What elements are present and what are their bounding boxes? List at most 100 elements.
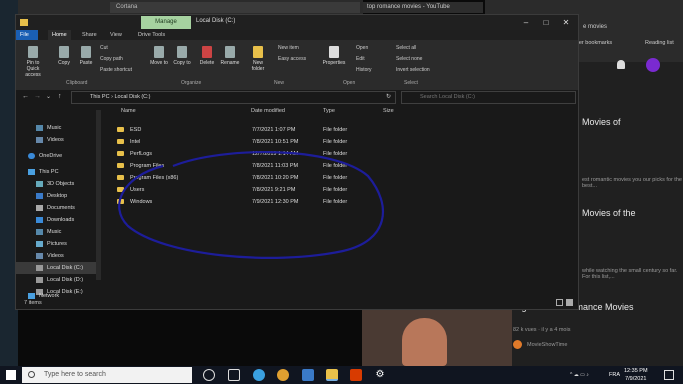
- gear-icon[interactable]: ⚙: [374, 369, 386, 381]
- edit-button[interactable]: Edit: [356, 56, 365, 62]
- nav-this-pc[interactable]: This PC: [16, 166, 101, 178]
- window-title: Local Disk (C:): [196, 18, 236, 24]
- copy-path-button[interactable]: Copy path: [100, 56, 123, 62]
- easy-access-button[interactable]: Easy access: [278, 56, 306, 62]
- result-desc: est romantic movies you our picks for th…: [582, 177, 682, 189]
- nav-downloads[interactable]: Downloads: [16, 214, 101, 226]
- refresh-icon[interactable]: ↻: [386, 93, 391, 100]
- tab-view[interactable]: View: [106, 30, 126, 40]
- maximize-button[interactable]: □: [536, 15, 556, 30]
- manage-tab[interactable]: Manage: [141, 16, 191, 29]
- new-folder-button[interactable]: New folder: [248, 46, 268, 72]
- copy-button[interactable]: Copy: [54, 46, 74, 66]
- pin-button[interactable]: Pin to Quick access: [20, 46, 46, 78]
- invert-selection-button[interactable]: Invert selection: [396, 67, 430, 73]
- tray-icons[interactable]: ^ ☁ ▭ ♪: [570, 372, 589, 378]
- move-to-button[interactable]: Move to: [148, 46, 170, 66]
- windows-start-icon[interactable]: [6, 370, 16, 380]
- tab-drive-tools[interactable]: Drive Tools: [134, 30, 169, 40]
- nav-documents[interactable]: Documents: [16, 202, 101, 214]
- cortana-icon[interactable]: [203, 369, 215, 381]
- move-icon: [154, 46, 164, 58]
- back-icon[interactable]: ←: [22, 93, 29, 100]
- up-icon[interactable]: ↑: [58, 93, 62, 100]
- paste-icon: [81, 46, 91, 58]
- copy-to-button[interactable]: Copy to: [171, 46, 193, 66]
- drive-icon: [36, 264, 43, 271]
- properties-button[interactable]: Properties: [321, 46, 347, 66]
- music-icon: [36, 228, 43, 235]
- nav-music[interactable]: Music: [16, 226, 101, 238]
- avatar[interactable]: [646, 58, 660, 72]
- browser-tab-youtube[interactable]: top romance movies - YouTube: [363, 2, 483, 13]
- large-icons-view-icon[interactable]: [566, 299, 573, 306]
- nav-videos[interactable]: Videos: [16, 250, 101, 262]
- document-icon: [36, 204, 43, 211]
- nav-pictures[interactable]: Pictures: [16, 238, 101, 250]
- paste-shortcut-button[interactable]: Paste shortcut: [100, 67, 132, 73]
- video-thumbnail[interactable]: [362, 310, 512, 366]
- nav-3d-objects[interactable]: 3D Objects: [16, 178, 101, 190]
- file-explorer-icon[interactable]: [326, 369, 338, 381]
- taskbar: Type here to search ⚙ ^ ☁ ▭ ♪ FRA 12:35 …: [0, 366, 683, 384]
- details-view-icon[interactable]: [556, 299, 563, 306]
- clock[interactable]: 12:35 PM 7/9/2021: [624, 367, 648, 383]
- video-icon: [36, 136, 43, 143]
- reading-list[interactable]: Reading list: [645, 40, 674, 46]
- tab-file[interactable]: File: [16, 30, 38, 40]
- new-folder-icon: [253, 46, 263, 58]
- forward-icon[interactable]: →: [34, 93, 41, 100]
- bell-icon[interactable]: [617, 60, 625, 69]
- mail-icon[interactable]: [302, 369, 314, 381]
- picture-icon: [36, 240, 43, 247]
- result-title[interactable]: Movies of: [582, 117, 621, 127]
- search-input[interactable]: Search Local Disk (C:): [401, 91, 576, 104]
- hand-drawn-circle-annotation: [118, 150, 384, 259]
- nav-onedrive[interactable]: OneDrive: [16, 150, 101, 162]
- paste-button[interactable]: Paste: [76, 46, 96, 66]
- chrome-icon[interactable]: [277, 369, 289, 381]
- address-bar-row: ← → ⌄ ↑ This PC › Local Disk (C:) ↻ Sear…: [16, 90, 578, 106]
- clock-time: 12:35 PM: [624, 368, 648, 374]
- nav-local-disk-c[interactable]: Local Disk (C:): [16, 262, 101, 274]
- title-bar: Manage Local Disk (C:) – □ ✕: [16, 15, 578, 30]
- nav-music[interactable]: Music: [16, 122, 101, 134]
- chevron-down-icon[interactable]: ⌄: [46, 93, 51, 100]
- delete-button[interactable]: Delete: [196, 46, 218, 66]
- language-indicator[interactable]: FRA: [609, 372, 620, 378]
- background-tab-cortana[interactable]: Cortana: [110, 2, 360, 13]
- cube-icon: [36, 180, 43, 187]
- select-all-button[interactable]: Select all: [396, 45, 416, 51]
- select-none-button[interactable]: Select none: [396, 56, 422, 62]
- clock-date: 7/9/2021: [625, 376, 647, 382]
- computer-icon: [28, 168, 35, 175]
- result-desc: while watching the small century so far.…: [582, 268, 678, 280]
- annotation-stroke: [118, 150, 384, 259]
- nav-local-disk-d[interactable]: Local Disk (D:): [16, 274, 101, 286]
- tab-share[interactable]: Share: [78, 30, 101, 40]
- address-input[interactable]: This PC › Local Disk (C:): [71, 91, 396, 104]
- task-view-icon[interactable]: [228, 369, 240, 381]
- channel-avatar[interactable]: [513, 340, 522, 349]
- rename-button[interactable]: Rename: [219, 46, 241, 66]
- result-title[interactable]: Movies of the: [582, 208, 636, 218]
- music-icon: [36, 124, 43, 131]
- open-button[interactable]: Open: [356, 45, 368, 51]
- history-button[interactable]: History: [356, 67, 372, 73]
- cut-button[interactable]: Cut: [100, 45, 108, 51]
- browser-icon[interactable]: [253, 369, 265, 381]
- nav-videos[interactable]: Videos: [16, 134, 101, 146]
- office-icon[interactable]: [350, 369, 362, 381]
- result-meta: 82 k vues · il y a 4 mois: [513, 327, 571, 333]
- nav-desktop[interactable]: Desktop: [16, 190, 101, 202]
- nav-scrollbar[interactable]: [96, 110, 101, 280]
- drive-icon: [36, 276, 43, 283]
- taskbar-search-input[interactable]: Type here to search: [22, 367, 192, 383]
- properties-icon: [329, 46, 339, 58]
- close-button[interactable]: ✕: [556, 15, 576, 30]
- new-item-button[interactable]: New item: [278, 45, 299, 51]
- minimize-button[interactable]: –: [516, 15, 536, 30]
- channel-name[interactable]: MovieShowTime: [527, 342, 567, 348]
- tab-home[interactable]: Home: [48, 30, 71, 40]
- notification-icon[interactable]: [664, 370, 674, 380]
